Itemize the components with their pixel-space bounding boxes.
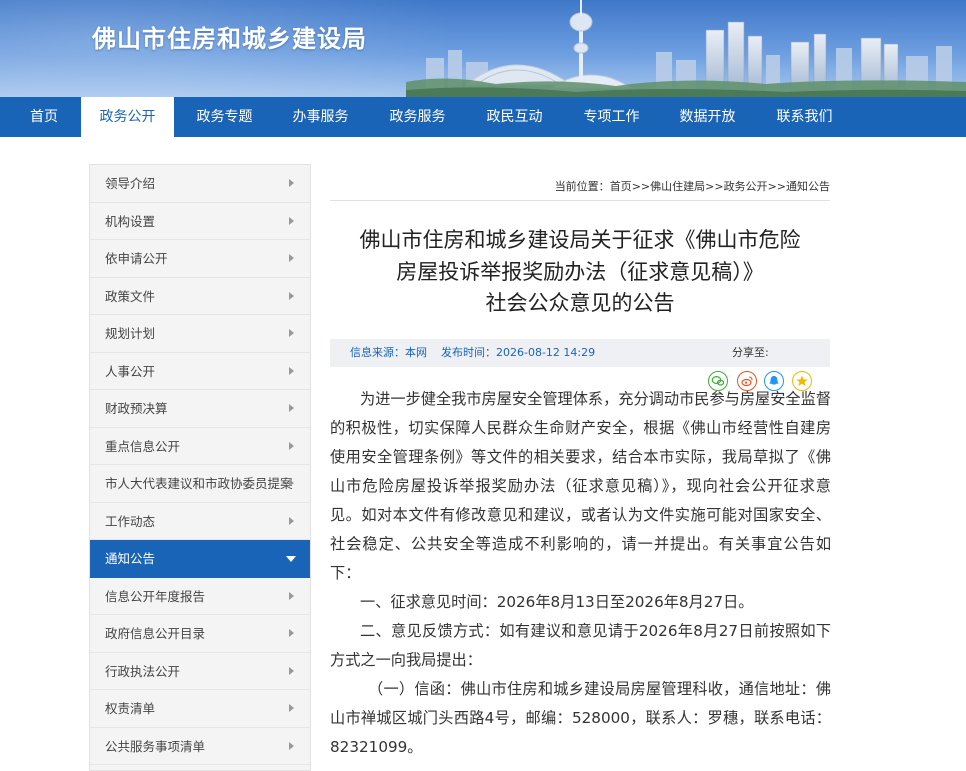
nav-item-special-work[interactable]: 专项工作 bbox=[565, 97, 658, 137]
article-paragraph: 二、意见反馈方式：如有建议和意见请于2026年8月27日前按照如下方式之一向我局… bbox=[330, 622, 831, 669]
article-paragraph: （一）信函：佛山市住房和城乡建设局房屋管理科收，通信地址：佛山市禅城区城门头西路… bbox=[330, 680, 831, 756]
sidebar-item-label: 机构设置 bbox=[105, 213, 156, 229]
sidebar-item-label: 工作动态 bbox=[105, 513, 156, 529]
sidebar-item-work-news[interactable]: 工作动态 bbox=[90, 503, 310, 540]
chevron-right-icon bbox=[289, 329, 294, 337]
share-label: 分享至: bbox=[732, 346, 769, 359]
sidebar-item-leaders[interactable]: 领导介绍 bbox=[90, 165, 310, 203]
sidebar-item-label: 政策文件 bbox=[105, 288, 156, 304]
breadcrumb-separator: >> bbox=[631, 180, 651, 193]
article-title: 佛山市住房和城乡建设局关于征求《佛山市危险 房屋投诉举报奖励办法（征求意见稿）》… bbox=[330, 225, 830, 320]
sidebar-item-budget[interactable]: 财政预决算 bbox=[90, 390, 310, 428]
chevron-right-icon bbox=[289, 441, 294, 450]
article-paragraph: 为进一步健全我市房屋安全管理体系，充分调动市民参与房屋安全监督的积极性，切实保障… bbox=[330, 390, 831, 582]
city-skyline-image bbox=[406, 0, 966, 97]
breadcrumb-link-notices[interactable]: 通知公告 bbox=[786, 180, 830, 193]
sidebar-item-label: 领导介绍 bbox=[105, 176, 156, 191]
sidebar-item-planning[interactable]: 规划计划 bbox=[90, 315, 310, 353]
sidebar-item-personnel[interactable]: 人事公开 bbox=[90, 353, 310, 390]
nav-item-government-services[interactable]: 政务服务 bbox=[371, 97, 464, 137]
nav-item-government-affairs[interactable]: 政务公开 bbox=[81, 97, 174, 137]
nav-item-home[interactable]: 首页 bbox=[0, 97, 88, 137]
chevron-right-icon bbox=[289, 254, 294, 262]
chevron-right-icon bbox=[289, 591, 294, 600]
sidebar-item-label: 政府信息公开目录 bbox=[105, 626, 206, 641]
site-title[interactable]: 佛山市住房和城乡建设局 bbox=[92, 19, 367, 54]
breadcrumb-link-home[interactable]: 首页 bbox=[610, 180, 632, 193]
breadcrumb-separator: >> bbox=[705, 180, 724, 193]
sidebar-item-label: 行政执法公开 bbox=[105, 663, 181, 679]
chevron-right-icon bbox=[289, 629, 294, 637]
article-title-line: 社会公众意见的公告 bbox=[485, 291, 675, 315]
chevron-down-icon bbox=[286, 556, 296, 562]
chevron-right-icon bbox=[289, 179, 294, 187]
header-banner: 佛山市住房和城乡建设局 bbox=[0, 0, 966, 97]
article-body: 为进一步健全我市房屋安全管理体系，充分调动市民参与房屋安全监督的积极性，切实保障… bbox=[330, 385, 831, 762]
chevron-right-icon bbox=[289, 741, 294, 750]
chevron-right-icon bbox=[289, 666, 294, 675]
chevron-right-icon bbox=[289, 291, 294, 300]
sidebar-item-label: 人事公开 bbox=[105, 363, 156, 379]
sidebar-item-label: 通知公告 bbox=[105, 551, 156, 566]
article-source: 信息来源：本网 bbox=[350, 346, 427, 359]
breadcrumb-link-bureau[interactable]: 佛山住建局 bbox=[650, 180, 705, 193]
main-nav: 首页 政务公开 政务专题 办事服务 政务服务 政民互动 专项工作 数据开放 联系… bbox=[0, 97, 966, 137]
sidebar-item-notices[interactable]: 通知公告 bbox=[90, 540, 310, 578]
breadcrumb-separator: >> bbox=[767, 180, 786, 193]
breadcrumb-link-government-affairs[interactable]: 政务公开 bbox=[724, 180, 768, 193]
sidebar-item-organization[interactable]: 机构设置 bbox=[90, 203, 310, 240]
sidebar-item-label: 规划计划 bbox=[105, 326, 156, 341]
nav-item-open-data[interactable]: 数据开放 bbox=[661, 97, 754, 137]
sidebar-item-label: 公共服务事项清单 bbox=[105, 738, 206, 754]
chevron-right-icon bbox=[289, 479, 294, 487]
sidebar-item-label: 财政预决算 bbox=[105, 401, 168, 416]
sidebar-item-label: 依申请公开 bbox=[105, 251, 168, 266]
chevron-right-icon bbox=[289, 404, 294, 412]
chevron-right-icon bbox=[289, 366, 294, 375]
article-date: 发布时间：2026-08-12 14:29 bbox=[441, 346, 596, 359]
chevron-right-icon bbox=[289, 516, 294, 525]
sidebar-item-label: 信息公开年度报告 bbox=[105, 588, 206, 604]
sidebar-item-disclosure-catalog[interactable]: 政府信息公开目录 bbox=[90, 615, 310, 653]
sidebar-item-key-information[interactable]: 重点信息公开 bbox=[90, 428, 310, 465]
sidebar-item-policy-documents[interactable]: 政策文件 bbox=[90, 278, 310, 315]
sidebar-item-public-services[interactable]: 公共服务事项清单 bbox=[90, 728, 310, 765]
breadcrumb: 当前位置：首页>>佛山住建局>>政务公开>>通知公告 bbox=[330, 178, 830, 201]
breadcrumb-prefix: 当前位置： bbox=[554, 180, 610, 193]
sidebar-item-powers-list[interactable]: 权责清单 bbox=[90, 690, 310, 728]
sidebar-menu: 领导介绍 机构设置 依申请公开 政策文件 规划计划 人事公开 财政预决算 重点信… bbox=[89, 164, 311, 771]
article-title-line: 佛山市住房和城乡建设局关于征求《佛山市危险 bbox=[359, 228, 801, 252]
sidebar-item-label: 市人大代表建议和市政协委员提案 bbox=[105, 476, 293, 491]
sidebar-item-annual-report[interactable]: 信息公开年度报告 bbox=[90, 578, 310, 615]
article-title-line: 房屋投诉举报奖励办法（征求意见稿）》 bbox=[396, 259, 764, 284]
article-paragraph: 一、征求意见时间：2026年8月13日至2026年8月27日。 bbox=[360, 593, 754, 611]
sidebar-item-law-enforcement[interactable]: 行政执法公开 bbox=[90, 653, 310, 690]
sidebar-item-label: 权责清单 bbox=[105, 701, 156, 716]
chevron-right-icon bbox=[289, 216, 294, 225]
sidebar-item-request-disclosure[interactable]: 依申请公开 bbox=[90, 240, 310, 278]
nav-item-contact[interactable]: 联系我们 bbox=[758, 97, 851, 137]
sidebar-item-proposals[interactable]: 市人大代表建议和市政协委员提案 bbox=[90, 465, 310, 503]
article-meta-bar: 信息来源：本网 发布时间：2026-08-12 14:29 分享至: bbox=[330, 339, 830, 367]
nav-item-services[interactable]: 办事服务 bbox=[274, 97, 367, 137]
nav-item-special-topics[interactable]: 政务专题 bbox=[178, 97, 271, 137]
sidebar-item-label: 重点信息公开 bbox=[105, 438, 181, 454]
nav-item-interaction[interactable]: 政民互动 bbox=[468, 97, 561, 137]
chevron-right-icon bbox=[289, 704, 294, 712]
